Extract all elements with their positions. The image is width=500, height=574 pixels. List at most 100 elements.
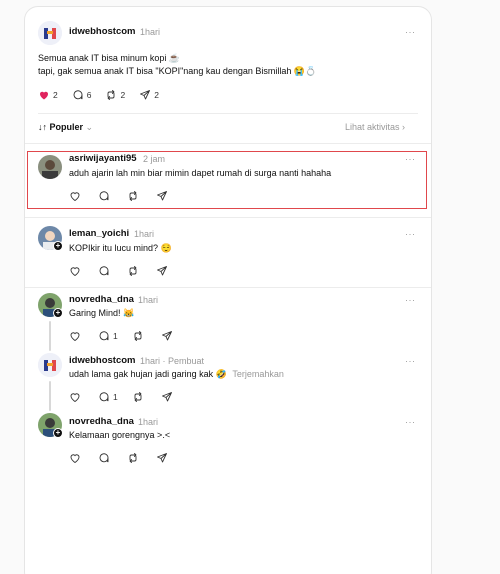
repost-button[interactable]: [132, 391, 147, 403]
comment-button[interactable]: [98, 452, 113, 464]
translate-link[interactable]: Terjemahkan: [232, 369, 284, 379]
heart-icon: [70, 393, 80, 403]
like-button[interactable]: [69, 190, 84, 202]
more-icon[interactable]: ···: [405, 154, 416, 164]
repost-icon: [134, 331, 142, 341]
reply-text: KOPIkir itu lucu mind? 😌: [69, 243, 172, 253]
follow-plus-icon[interactable]: +: [53, 428, 63, 438]
follow-plus-icon[interactable]: +: [53, 241, 63, 251]
heart-icon: [70, 332, 80, 342]
follow-plus-icon[interactable]: +: [53, 308, 63, 318]
reply-text: udah lama gak hujan jadi garing kak 🤣: [69, 369, 227, 379]
reply-time[interactable]: 1hari: [138, 417, 158, 427]
share-icon: [157, 453, 167, 463]
reply-time[interactable]: 2 jam: [143, 154, 165, 164]
heart-icon: [70, 267, 80, 277]
post-time[interactable]: 1hari: [140, 27, 160, 37]
avatar-idwebhost[interactable]: [38, 353, 62, 377]
reply-author[interactable]: asriwijayanti95: [69, 153, 137, 164]
sort-label: ↓↑ Populer: [38, 122, 84, 132]
reply-author[interactable]: novredha_dna: [69, 294, 134, 305]
repost-icon: [129, 191, 137, 201]
reply-actions: 1: [69, 390, 190, 404]
comment-count: 6: [86, 90, 92, 100]
share-button[interactable]: [161, 330, 176, 342]
heart-icon: [70, 454, 80, 464]
repost-icon: [129, 453, 137, 463]
share-button[interactable]: 2: [139, 89, 159, 101]
post-text-line1: Semua anak IT bisa minum kopi ☕: [38, 53, 181, 63]
reply-text: Kelamaan gorengnya >.<: [69, 430, 171, 440]
share-icon: [140, 90, 151, 100]
reply-actions: [69, 451, 185, 465]
thread-line: [49, 381, 51, 411]
view-activity-label: Lihat aktivitas: [345, 122, 400, 132]
reply-author[interactable]: novredha_dna: [69, 416, 134, 427]
reply-author[interactable]: idwebhostcom: [69, 355, 136, 366]
like-button[interactable]: [69, 391, 84, 403]
like-button[interactable]: 2: [38, 89, 58, 101]
like-button[interactable]: [69, 452, 84, 464]
divider: [25, 217, 431, 218]
reply-time[interactable]: 1hari: [138, 295, 158, 305]
view-activity-link[interactable]: Lihat aktivitas ›: [345, 122, 405, 132]
comment-button[interactable]: [98, 265, 113, 277]
share-button[interactable]: [156, 265, 171, 277]
idwebhost-logo-icon: [38, 21, 62, 45]
like-button[interactable]: [69, 265, 84, 277]
comment-count: 1: [113, 331, 118, 341]
reply-text: aduh ajarin lah min biar mimin dapet rum…: [69, 168, 332, 178]
comment-count: 1: [113, 392, 118, 402]
repost-button[interactable]: [132, 330, 147, 342]
comment-icon: [99, 331, 109, 341]
comment-icon: [99, 191, 109, 201]
reply-time[interactable]: 1hari: [134, 229, 154, 239]
post-text-line2: tapi, gak semua anak IT bisa "KOPI"nang …: [38, 66, 317, 76]
repost-icon: [134, 392, 142, 402]
repost-count: 2: [120, 90, 126, 100]
share-button[interactable]: [161, 391, 176, 403]
share-button[interactable]: [156, 190, 171, 202]
thread-line: [49, 321, 51, 351]
post-actions: 2 6 2 2: [38, 88, 173, 102]
more-icon[interactable]: ···: [405, 417, 416, 427]
more-icon[interactable]: ···: [405, 27, 416, 37]
comment-icon: [99, 266, 109, 276]
chevron-down-icon: ⌄: [85, 122, 94, 132]
like-button[interactable]: [69, 330, 84, 342]
avatar-idwebhost[interactable]: [38, 21, 62, 45]
repost-icon: [108, 90, 115, 100]
share-count: 2: [154, 90, 159, 100]
idwebhost-logo-icon: [38, 353, 62, 377]
divider: [38, 113, 418, 114]
repost-button[interactable]: 2: [105, 89, 125, 101]
comment-button[interactable]: 6: [72, 89, 92, 101]
thread-card: idwebhostcom 1hari ··· Semua anak IT bis…: [24, 6, 432, 574]
comment-button[interactable]: 1: [98, 330, 118, 342]
comment-button[interactable]: [98, 190, 113, 202]
sort-dropdown[interactable]: ↓↑ Populer ⌄: [38, 122, 93, 133]
repost-button[interactable]: [127, 452, 142, 464]
divider: [25, 143, 431, 144]
more-icon[interactable]: ···: [405, 356, 416, 366]
repost-button[interactable]: [127, 265, 142, 277]
avatar[interactable]: [38, 155, 62, 179]
more-icon[interactable]: ···: [405, 229, 416, 239]
heart-icon: [40, 91, 48, 100]
reply-actions: [69, 264, 185, 278]
comment-button[interactable]: 1: [98, 391, 118, 403]
divider: [25, 287, 431, 288]
repost-button[interactable]: [127, 190, 142, 202]
reply-actions: 1: [69, 329, 190, 343]
share-icon: [157, 191, 167, 201]
post-author[interactable]: idwebhostcom: [69, 26, 136, 37]
chevron-right-icon: ›: [402, 122, 406, 132]
share-button[interactable]: [156, 452, 171, 464]
more-icon[interactable]: ···: [405, 295, 416, 305]
creator-label: · Pembuat: [162, 356, 205, 366]
share-icon: [161, 331, 172, 341]
avatar-photo: [38, 155, 62, 179]
heart-icon: [70, 192, 80, 202]
reply-author[interactable]: leman_yoichi: [69, 228, 129, 239]
reply-time-creator[interactable]: 1hari · Pembuat: [140, 356, 204, 366]
